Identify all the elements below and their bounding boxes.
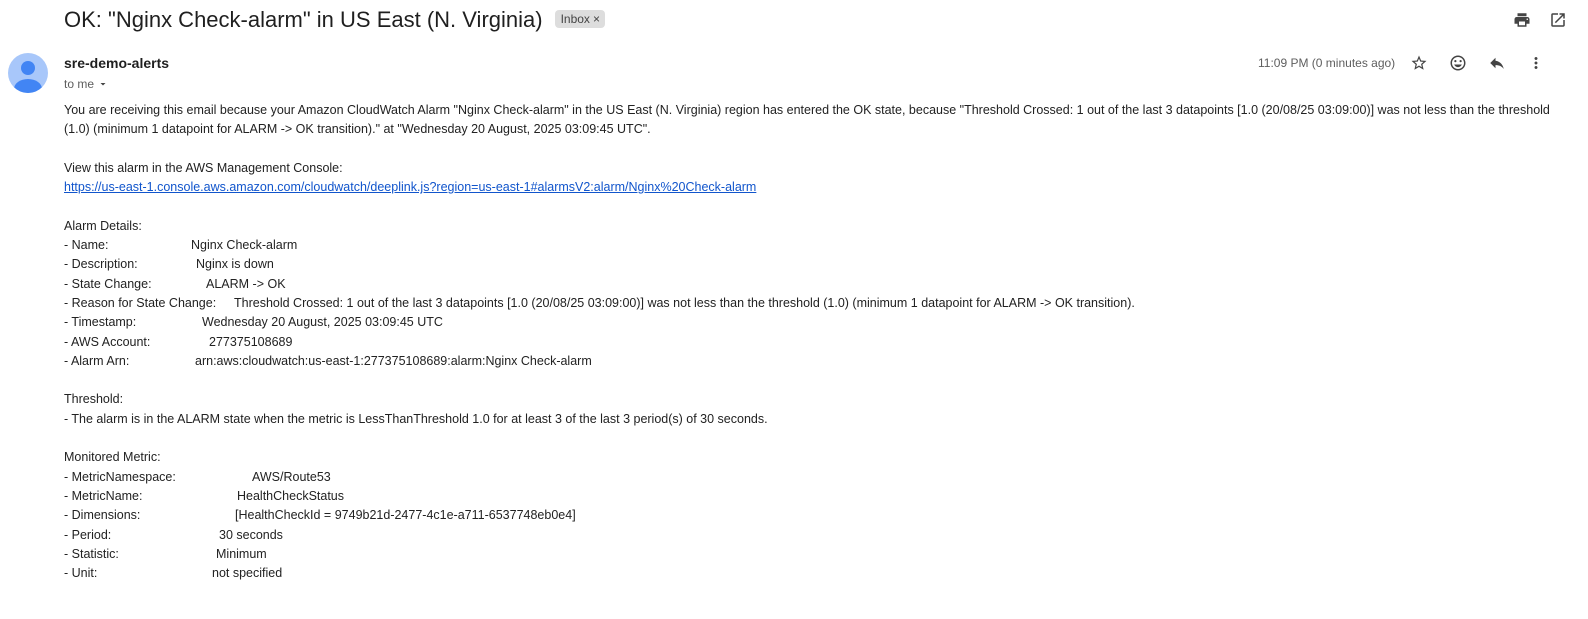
metric-value: AWS/Route53	[252, 469, 331, 484]
metric-row: - Unit: not specified	[64, 564, 1564, 583]
console-link[interactable]: https://us-east-1.console.aws.amazon.com…	[64, 180, 756, 194]
detail-label: - Timestamp:	[64, 315, 137, 330]
detail-row: - State Change: ALARM -> OK	[64, 275, 1564, 294]
detail-row: - AWS Account: 277375108689	[64, 333, 1564, 352]
detail-label: - Reason for State Change:	[64, 295, 217, 310]
threshold-text: - The alarm is in the ALARM state when t…	[64, 411, 768, 426]
metric-row: - Dimensions: [HealthCheckId = 9749b21d-2…	[64, 506, 1564, 525]
inbox-label-chip[interactable]: Inbox ×	[554, 10, 605, 29]
detail-value: Threshold Crossed: 1 out of the last 3 d…	[234, 295, 1135, 310]
detail-value: 277375108689	[209, 334, 293, 349]
detail-value: arn:aws:cloudwatch:us-east-1:27737510868…	[195, 353, 592, 368]
intro-paragraph: You are receiving this email because you…	[64, 103, 1550, 137]
message-actions	[1409, 53, 1546, 73]
detail-value: ALARM -> OK	[206, 276, 286, 291]
monitored-metric-heading: Monitored Metric:	[64, 450, 161, 465]
sender-name[interactable]: sre-demo-alerts	[64, 55, 169, 71]
detail-row: - Description: Nginx is down	[64, 255, 1564, 274]
metric-label: - MetricNamespace:	[64, 469, 176, 484]
header-actions	[1512, 10, 1568, 30]
metric-label: - MetricName:	[64, 488, 143, 503]
message-timestamp: 11:09 PM (0 minutes ago)	[1258, 56, 1396, 70]
metric-details-list: - MetricNamespace: AWS/Route53 - MetricNa…	[64, 468, 1564, 584]
emoji-icon[interactable]	[1448, 53, 1468, 73]
metric-value: not specified	[212, 566, 283, 581]
recipient-text: to me	[64, 77, 95, 91]
detail-value: Nginx is down	[196, 257, 274, 272]
metric-row: - MetricNamespace: AWS/Route53	[64, 468, 1564, 487]
metric-value: Minimum	[216, 546, 267, 561]
metric-row: - Statistic: Minimum	[64, 545, 1564, 564]
chevron-down-icon	[100, 83, 106, 86]
open-in-new-window-icon[interactable]	[1548, 10, 1568, 30]
reply-icon[interactable]	[1487, 53, 1507, 73]
metric-value: 30 seconds	[219, 527, 283, 542]
metric-value: HealthCheckStatus	[237, 488, 345, 503]
detail-label: - Alarm Arn:	[64, 353, 130, 368]
detail-label: - State Change:	[64, 276, 152, 291]
detail-label: - Description:	[64, 257, 138, 272]
avatar-person-icon	[14, 61, 42, 93]
remove-label-icon[interactable]: ×	[593, 12, 600, 26]
metric-value: [HealthCheckId = 9749b21d-2477-4c1e-a711…	[235, 508, 576, 523]
metric-row: - Period: 30 seconds	[64, 526, 1564, 545]
metric-label: - Period:	[64, 527, 112, 542]
detail-value: Nginx Check-alarm	[191, 238, 298, 253]
star-icon[interactable]	[1409, 53, 1429, 73]
console-link-label: View this alarm in the AWS Management Co…	[64, 160, 343, 175]
detail-row: - Timestamp: Wednesday 20 August, 2025 03…	[64, 313, 1564, 332]
print-icon[interactable]	[1512, 10, 1532, 30]
detail-value: Wednesday 20 August, 2025 03:09:45 UTC	[202, 315, 443, 330]
metric-label: - Dimensions:	[64, 508, 141, 523]
inbox-label-text: Inbox	[560, 12, 590, 27]
detail-row: - Reason for State Change: Threshold Cros…	[64, 294, 1564, 313]
threshold-heading: Threshold:	[64, 392, 124, 407]
detail-row: - Name: Nginx Check-alarm	[64, 236, 1564, 255]
detail-row: - Alarm Arn: arn:aws:cloudwatch:us-east-1…	[64, 352, 1564, 371]
detail-label: - Name:	[64, 238, 109, 253]
recipient-details-toggle[interactable]: to me	[64, 77, 109, 91]
message-body: You are receiving this email because you…	[64, 101, 1564, 583]
metric-label: - Statistic:	[64, 546, 119, 561]
alarm-details-heading: Alarm Details:	[64, 218, 142, 233]
more-vert-icon[interactable]	[1526, 53, 1546, 73]
sender-avatar[interactable]	[8, 53, 48, 93]
alarm-details-list: - Name: Nginx Check-alarm - Description: N…	[64, 236, 1564, 371]
metric-row: - MetricName: HealthCheckStatus	[64, 487, 1564, 506]
metric-label: - Unit:	[64, 566, 98, 581]
email-subject: OK: "Nginx Check-alarm" in US East (N. V…	[64, 6, 605, 34]
subject-text: OK: "Nginx Check-alarm" in US East (N. V…	[64, 7, 543, 32]
detail-label: - AWS Account:	[64, 334, 151, 349]
